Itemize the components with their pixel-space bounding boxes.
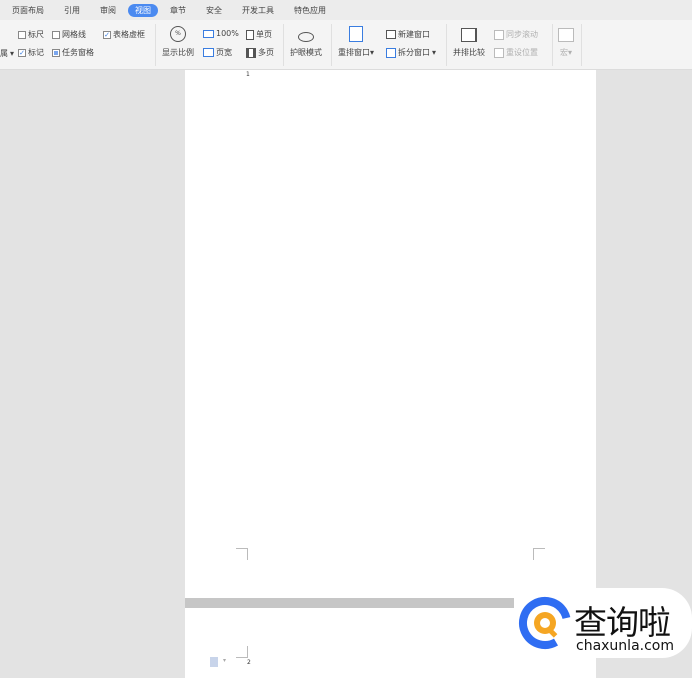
divider: [581, 24, 582, 66]
checkbox-icon: [52, 30, 60, 39]
gridlines-checkbox[interactable]: 网格线: [52, 29, 86, 40]
tab-section[interactable]: 章节: [162, 4, 194, 17]
ruler-checkbox[interactable]: 标尺: [18, 29, 44, 40]
page-number: 1: [246, 71, 250, 78]
sync-scroll-button[interactable]: 同步滚动: [494, 29, 538, 40]
task-pane-label: 任务窗格: [62, 48, 94, 57]
macro-icon: [558, 28, 574, 42]
tab-view[interactable]: 视图: [128, 3, 158, 17]
macro-button[interactable]: 宏▾: [558, 26, 574, 58]
checkbox-icon: [18, 30, 26, 39]
magnifier-icon: %: [170, 26, 186, 42]
tab-developer[interactable]: 开发工具: [234, 4, 282, 17]
margin-corner: [533, 548, 545, 560]
margin-corner: [236, 646, 248, 658]
page-width-button[interactable]: 页宽: [203, 47, 232, 58]
watermark-url: chaxunla.com: [576, 638, 674, 654]
document-page-1[interactable]: 1: [185, 70, 596, 598]
reset-position-button[interactable]: 重设位置: [494, 47, 538, 58]
eye-protect-button[interactable]: 护眼模式: [290, 26, 322, 58]
hundred-label: 100%: [216, 29, 239, 38]
macro-label: 宏▾: [559, 48, 572, 57]
reset-position-label: 重设位置: [506, 48, 538, 57]
table-gridlines-checkbox[interactable]: ✓ 表格虚框: [103, 29, 145, 40]
divider: [446, 24, 447, 66]
eye-protect-label: 护眼模式: [290, 48, 322, 57]
rearrange-icon: [349, 26, 363, 42]
ruler-label: 标尺: [28, 30, 44, 39]
side-by-side-label: 并排比较: [453, 48, 485, 57]
sync-scroll-icon: [494, 29, 504, 40]
partial-check-icon: [52, 48, 60, 57]
hundred-percent-button[interactable]: 100%: [203, 29, 239, 38]
ribbon-toolbar: 属 ▾ 标尺 网格线 ✓ 表格虚框 ✓ 标记 任务窗格 % 显示比例 100% 单页 页…: [0, 20, 692, 70]
single-page-button[interactable]: 单页: [246, 29, 272, 40]
dropdown-icon[interactable]: ▾: [223, 657, 226, 664]
ribbon-tabs: 页面布局 引用 审阅 视图 章节 安全 开发工具 特色应用: [0, 0, 692, 20]
split-window-icon: [386, 47, 396, 58]
divider: [155, 24, 156, 66]
tab-review[interactable]: 审阅: [92, 4, 124, 17]
multi-page-label: 多页: [258, 48, 274, 57]
page-width-label: 页宽: [216, 48, 232, 57]
page-gap: [185, 598, 515, 608]
checked-icon: ✓: [18, 48, 26, 57]
tab-special[interactable]: 特色应用: [286, 4, 334, 17]
divider: [552, 24, 553, 66]
watermark-name: 查询啦: [574, 603, 671, 642]
page-number: 2: [247, 659, 251, 666]
table-gridlines-label: 表格虚框: [113, 30, 145, 39]
watermark-logo: 查询啦 chaxunla.com: [514, 588, 692, 658]
checked-icon: ✓: [103, 30, 111, 39]
marks-checkbox[interactable]: ✓ 标记: [18, 47, 44, 58]
new-window-icon: [386, 30, 396, 39]
tab-security[interactable]: 安全: [198, 4, 230, 17]
new-window-button[interactable]: 新建窗口: [386, 29, 430, 40]
divider: [331, 24, 332, 66]
hundred-icon: [203, 29, 214, 38]
divider: [283, 24, 284, 66]
eye-icon: [298, 32, 314, 42]
reset-position-icon: [494, 47, 504, 58]
side-by-side-button[interactable]: 并排比较: [453, 26, 485, 58]
page-width-icon: [203, 48, 214, 57]
zoom-label: 显示比例: [162, 48, 194, 57]
side-by-side-icon: [461, 28, 477, 42]
single-page-label: 单页: [256, 30, 272, 39]
tab-references[interactable]: 引用: [56, 4, 88, 17]
rearrange-label: 重排窗口▾: [338, 48, 375, 57]
document-icon[interactable]: [210, 657, 218, 667]
split-window-button[interactable]: 拆分窗口 ▾: [386, 47, 436, 58]
gridlines-label: 网格线: [62, 30, 86, 39]
page-icon: [246, 29, 254, 40]
task-pane-checkbox[interactable]: 任务窗格: [52, 47, 94, 58]
split-window-label: 拆分窗口: [398, 48, 430, 57]
partial-label: 属: [0, 49, 8, 58]
zoom-button[interactable]: % 显示比例: [162, 26, 194, 58]
margin-corner: [236, 548, 248, 560]
multi-page-icon: [246, 47, 256, 58]
rearrange-window-button[interactable]: 重排窗口▾: [338, 26, 374, 58]
sync-scroll-label: 同步滚动: [506, 30, 538, 39]
new-window-label: 新建窗口: [398, 30, 430, 39]
partial-button[interactable]: 属 ▾: [0, 48, 14, 59]
multi-page-button[interactable]: 多页: [246, 47, 274, 58]
search-logo-icon: [519, 597, 571, 649]
marks-label: 标记: [28, 48, 44, 57]
tab-page-layout[interactable]: 页面布局: [4, 4, 52, 17]
